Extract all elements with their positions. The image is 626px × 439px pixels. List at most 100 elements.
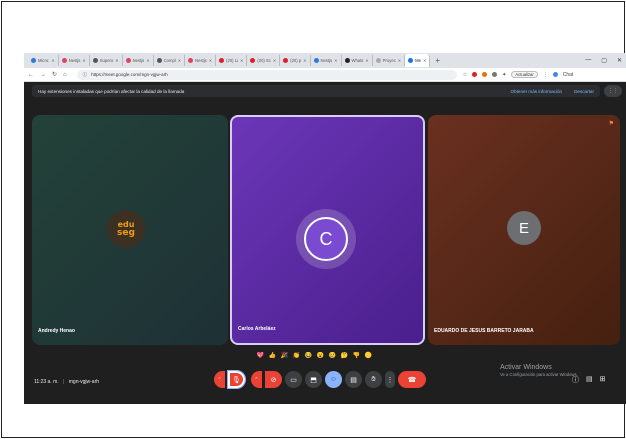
browser-tab[interactable]: (20) p ✕ [280,55,311,66]
close-icon[interactable]: ✕ [365,58,368,63]
more-options-button[interactable]: ⋮ [385,371,395,388]
activities-grid-icon[interactable]: ⊞ [600,375,606,385]
info-icon[interactable]: ⓘ [572,375,579,385]
close-icon[interactable]: ✕ [273,58,276,63]
more-vert-icon: ⋮ [386,376,394,384]
camera-button[interactable]: ⊘ [265,371,282,388]
close-icon[interactable]: ✕ [240,58,243,63]
extension-icon[interactable] [492,72,498,77]
extensions-warning-banner: Hay extensiones instaladas que podrían a… [32,85,600,97]
tab-label: Me [415,58,421,63]
participant-name: EDUARDO DE JESUS BARRETO JARABA [434,328,534,334]
reaction-thinking-icon[interactable]: 🤔 [340,351,349,360]
window-controls: — ▢ ✕ [585,57,626,64]
extension-icons: ☆ ✦ Actualizar ⋮ Chat [463,71,574,78]
close-icon[interactable]: ✕ [209,58,212,63]
tab-label: (20) p [290,58,302,63]
browser-tab[interactable]: (20) Sc ✕ [247,55,281,66]
chat-icon[interactable] [552,72,558,77]
close-window-icon[interactable]: ✕ [617,57,622,64]
more-options-button[interactable]: ⋮⋮ [604,85,622,97]
new-tab-button[interactable]: + [430,56,445,65]
back-icon[interactable]: ← [28,72,34,78]
chat-icon[interactable]: ▤ [586,375,593,385]
captions-button[interactable]: ▭ [285,371,302,388]
browser-tab[interactable]: Nestjs ✕ [185,55,217,66]
dismiss-button[interactable]: Descartar [574,89,594,94]
meeting-code: mgn-vgjw-arh [68,379,100,385]
clock-time: 11:23 a. m. [34,379,59,385]
browser-tab[interactable]: Whats ✕ [342,55,373,66]
close-icon[interactable]: ✕ [423,58,426,63]
reactions-button[interactable]: ☺ [325,371,342,388]
tab-favicon-icon [125,58,131,63]
extension-icon[interactable] [472,72,478,77]
browser-tab[interactable]: Nestjs ✕ [311,55,342,66]
tab-favicon-icon [92,58,98,63]
skin-tone-icon[interactable]: 🟡 [364,351,373,360]
close-icon[interactable]: ✕ [51,58,54,63]
reaction-thumbs-up-icon[interactable]: 👍 [268,351,277,360]
windows-activation-watermark: Activar Windows Ve a Configuración para … [500,364,578,377]
tab-label: (20) Sc [257,58,271,63]
extension-icon[interactable] [482,72,488,77]
learn-more-link[interactable]: Obtener más información [511,89,563,94]
pin-icon[interactable]: ⚑ [609,120,614,127]
phone-hangup-icon: ☎︎ [407,376,417,384]
participant-tile[interactable]: edu seg Andredy Henao [32,115,228,345]
tab-label: Nestjs [195,58,207,63]
present-button[interactable]: ⬒ [305,371,322,388]
forward-icon[interactable]: → [40,72,46,78]
reaction-heart-icon[interactable]: 💖 [256,351,265,360]
video-options-button[interactable]: ⌃ [251,371,262,388]
reaction-thumbs-down-icon[interactable]: 👎 [352,351,361,360]
minimize-icon[interactable]: — [585,57,591,64]
reload-icon[interactable]: ↻ [52,71,57,78]
reaction-surprised-icon[interactable]: 😮 [316,351,325,360]
browser-tab[interactable]: (20) Li ✕ [216,55,248,66]
browser-tab[interactable]: Compl ✕ [154,55,186,66]
reaction-party-icon[interactable]: 🎉 [280,351,289,360]
puzzle-icon[interactable]: ✦ [502,72,506,78]
site-info-icon[interactable]: ⓘ [83,72,88,78]
leave-call-button[interactable]: ☎︎ [398,371,426,388]
browser-tab[interactable]: Micro: ✕ [28,55,59,66]
update-button[interactable]: Actualizar [511,71,538,78]
url-text: https://meet.google.com/mgn-vgjw-arh [91,72,168,77]
participant-tile[interactable]: ⚑ E EDUARDO DE JESUS BARRETO JARABA [428,115,620,345]
reaction-clap-icon[interactable]: 👏 [292,351,301,360]
meet-favicon-icon [408,58,414,63]
audio-options-button[interactable]: ⌃ [214,371,225,388]
tab-favicon-icon [31,58,36,63]
tab-favicon-icon [250,58,256,63]
tab-favicon-icon [344,58,350,63]
participant-name: Carlos Arbeláez [238,326,276,332]
browser-tab[interactable]: Nestjs ✕ [59,55,90,66]
browser-tab[interactable]: Supero ✕ [90,55,123,66]
browser-tab[interactable]: Proyec ✕ [373,55,406,66]
home-icon[interactable]: ⌂ [63,72,67,78]
participant-tile-speaking[interactable]: C Carlos Arbeláez [230,115,425,345]
tab-label: (20) Li [226,58,238,63]
close-icon[interactable]: ✕ [146,58,149,63]
chat-label[interactable]: Chat [563,72,574,78]
raise-hand-button[interactable]: ✋︎ [365,371,382,388]
camera-off-icon: ⊘ [270,376,277,384]
maximize-icon[interactable]: ▢ [601,57,607,64]
microphone-button[interactable]: 🎙︎ [227,370,246,389]
browser-tab[interactable]: Nestjs ✕ [123,55,154,66]
menu-icon[interactable]: ⋮ [543,72,548,78]
activities-button[interactable]: ▤ [345,371,362,388]
activities-icon: ▤ [350,376,357,384]
close-icon[interactable]: ✕ [303,58,306,63]
reaction-laugh-icon[interactable]: 😂 [304,351,313,360]
reaction-sad-icon[interactable]: 😢 [328,351,337,360]
close-icon[interactable]: ✕ [82,58,85,63]
close-icon[interactable]: ✕ [178,58,181,63]
close-icon[interactable]: ✕ [115,58,118,63]
bookmark-star-icon[interactable]: ☆ [463,72,467,78]
close-icon[interactable]: ✕ [398,58,401,63]
browser-tab-active[interactable]: Me ✕ [405,54,431,67]
address-bar[interactable]: ⓘ https://meet.google.com/mgn-vgjw-arh [76,69,457,80]
close-icon[interactable]: ✕ [334,58,337,63]
